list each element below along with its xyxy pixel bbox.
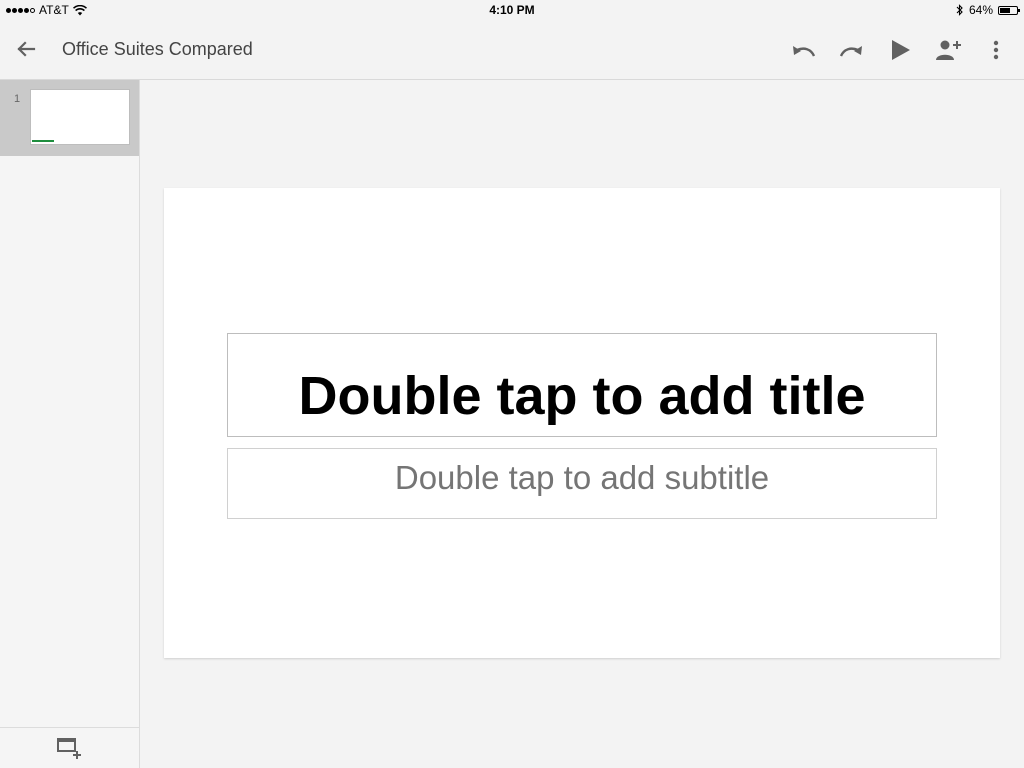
- share-button[interactable]: [934, 36, 962, 64]
- status-time: 4:10 PM: [489, 3, 535, 17]
- app-bar: Office Suites Compared: [0, 20, 1024, 80]
- slide-canvas: Double tap to add title Double tap to ad…: [140, 80, 1024, 768]
- subtitle-placeholder-box[interactable]: Double tap to add subtitle: [227, 448, 937, 519]
- slide-thumbnail[interactable]: [30, 89, 130, 145]
- subtitle-placeholder: Double tap to add subtitle: [394, 459, 770, 496]
- slide[interactable]: Double tap to add title Double tap to ad…: [164, 188, 1000, 658]
- thumbnail-accent-bar: [32, 140, 54, 142]
- sidebar-footer: [0, 727, 139, 768]
- document-title[interactable]: Office Suites Compared: [62, 39, 253, 60]
- slide-number: 1: [14, 93, 21, 105]
- more-vert-icon: [993, 40, 999, 60]
- present-play-icon: [892, 40, 910, 60]
- more-options-button[interactable]: [982, 36, 1010, 64]
- status-right: 64%: [956, 3, 1020, 17]
- add-person-icon: [936, 40, 961, 60]
- present-button[interactable]: [886, 36, 914, 64]
- slide-thumbnail-row[interactable]: 1: [0, 80, 139, 156]
- redo-icon: [839, 46, 862, 57]
- title-placeholder-box[interactable]: Double tap to add title: [227, 333, 937, 437]
- undo-button[interactable]: [789, 36, 817, 64]
- battery-level: [1000, 7, 1011, 13]
- redo-button[interactable]: [838, 36, 866, 64]
- battery-percent: 64%: [968, 3, 993, 17]
- back-button[interactable]: [14, 37, 38, 61]
- add-slide-button[interactable]: [56, 736, 84, 760]
- back-arrow-icon: [17, 41, 36, 57]
- add-slide-icon: [57, 738, 81, 759]
- bluetooth-icon: [956, 4, 963, 16]
- status-bar: AT&T 4:10 PM 64%: [0, 0, 1024, 20]
- title-placeholder: Double tap to add title: [298, 366, 866, 426]
- battery-icon: [998, 5, 1020, 15]
- slide-sidebar: 1: [0, 80, 140, 768]
- undo-icon: [793, 46, 816, 57]
